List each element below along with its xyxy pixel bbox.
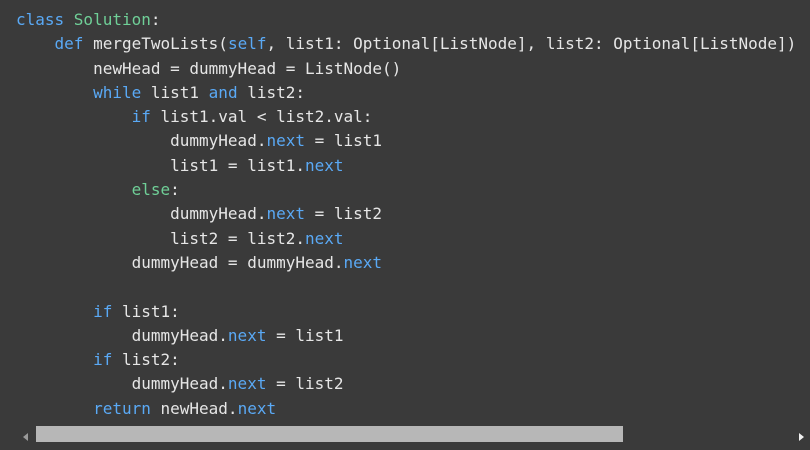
code-token: list2: [237,82,306,102]
code-token: ( [218,34,228,54]
code-token: if [93,301,113,321]
code-line: list1 = list1.next [16,154,796,178]
code-token: mergeTwoLists [93,34,219,54]
code-token: dummyHead. [16,374,228,394]
code-line: if list1: [16,300,796,324]
code-token: next [304,228,344,248]
horizontal-scrollbar[interactable] [0,424,810,450]
code-token: list1.val < list2.val: [150,107,373,127]
code-token: = list2 [266,374,344,394]
code-line: dummyHead.next = list1 [16,129,796,153]
code-line: dummyHead.next = list2 [16,372,796,396]
code-token: next [266,131,305,151]
code-token: list2 = list2. [16,228,305,248]
code-line: def mergeTwoLists(self, list1: Optional[… [16,32,797,56]
code-line: newHead = dummyHead = ListNode() [16,57,796,81]
code-token: else [131,180,171,200]
code-token: dummyHead. [16,325,228,345]
code-line: else: [16,178,796,202]
code-token: = list2 [304,204,383,224]
code-token: = list1 [266,325,344,345]
code-line: dummyHead = dummyHead.next [16,251,796,275]
code-token: def [54,34,94,54]
code-token: : [170,180,180,200]
code-token: if [93,350,113,370]
code-token: self [227,34,267,54]
code-line: dummyHead.next = list1 [16,324,796,348]
code-token: newHead. [150,398,238,418]
code-line: if list2: [16,348,796,372]
code-token: next [304,155,344,175]
code-token: next [227,325,267,345]
code-line: class Solution: [16,8,796,32]
code-token: next [343,252,383,272]
code-token: next [227,374,267,394]
scroll-right-arrow-icon[interactable] [792,428,810,446]
code-token: class [16,10,74,29]
code-token: : [150,10,161,29]
code-token: while [93,82,142,102]
code-token: list2: [112,350,180,370]
code-token: , list1: Optional[ListNode], list2: Opti… [266,34,797,54]
code-line: while list1 and list2: [16,81,796,105]
code-token: and [208,82,238,102]
code-token: return [93,398,151,418]
scrollbar-track[interactable] [36,426,788,442]
code-token: next [237,398,277,418]
scrollbar-thumb[interactable] [36,426,623,442]
code-token: list1 = list1. [16,155,305,175]
code-block[interactable]: class Solution: def mergeTwoLists(self, … [16,8,796,421]
code-token: dummyHead. [16,204,267,224]
code-line: return newHead.next [16,397,796,421]
code-editor[interactable]: class Solution: def mergeTwoLists(self, … [0,0,810,424]
code-token: dummyHead. [16,131,267,151]
code-line: dummyHead.next = list2 [16,202,796,226]
code-token: newHead = dummyHead = ListNode() [16,58,402,78]
code-line: list2 = list2.next [16,227,796,251]
code-line: if list1.val < list2.val: [16,105,796,129]
code-token: = list1 [304,131,383,151]
code-token: next [266,204,305,224]
scroll-left-arrow-icon[interactable] [16,428,34,446]
code-token: dummyHead = dummyHead. [16,252,344,272]
code-token: if [131,107,151,127]
code-token: list1 [141,82,209,102]
code-token: list1: [112,301,180,321]
code-token: Solution [73,10,151,29]
